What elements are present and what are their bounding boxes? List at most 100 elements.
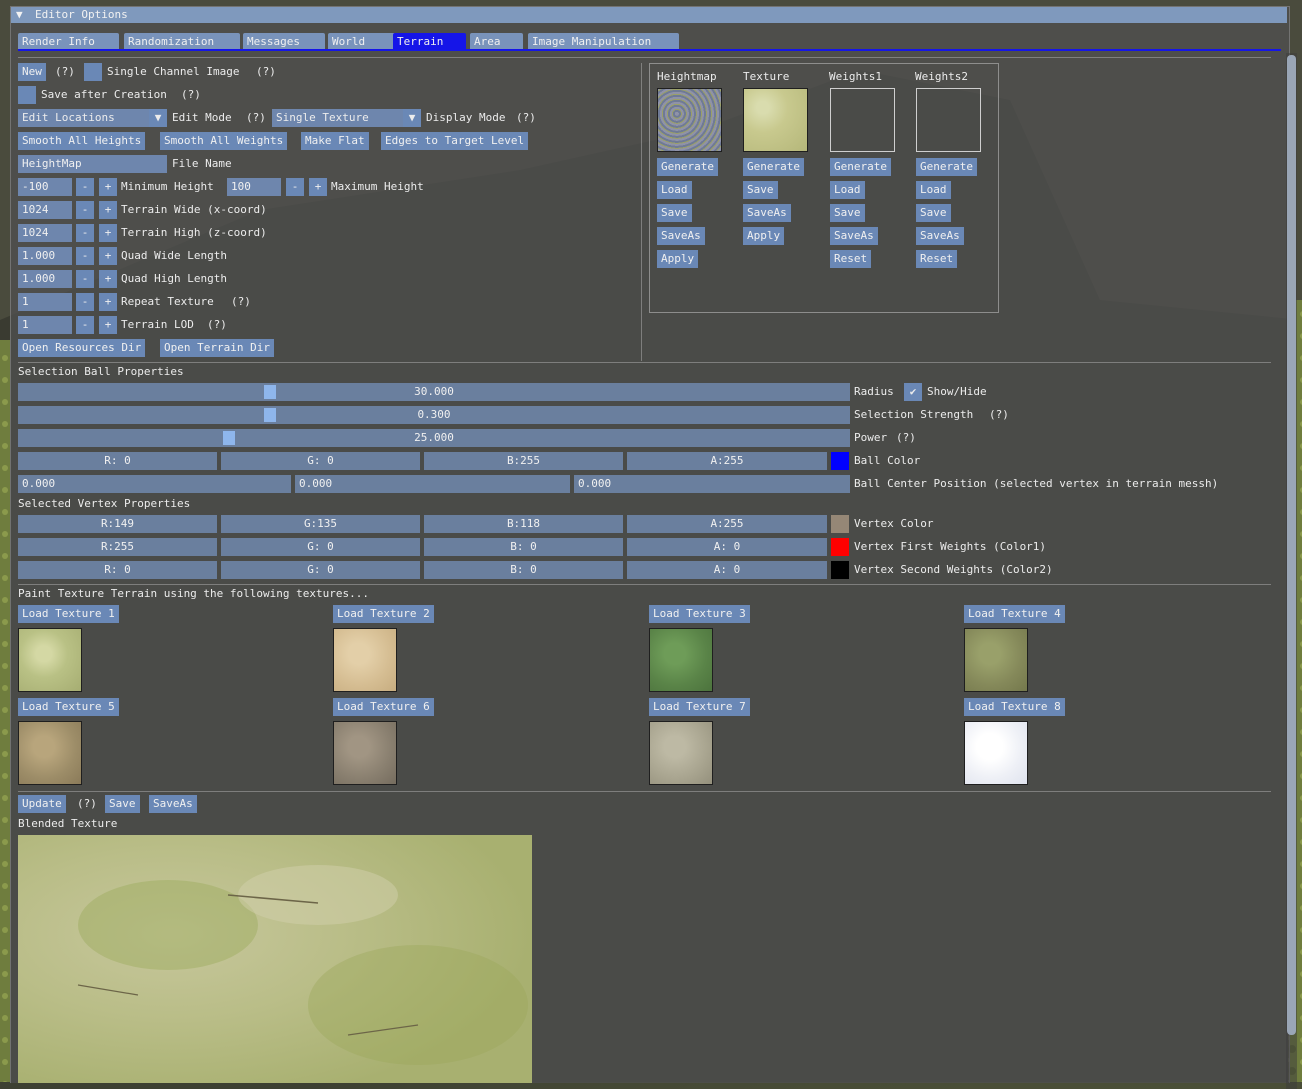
heightmap-apply-button[interactable]: Apply — [657, 250, 699, 268]
weights1-generate-button[interactable]: Generate — [830, 158, 891, 176]
load-texture-3-button[interactable]: Load Texture 3 — [649, 605, 750, 623]
load-texture-8-button[interactable]: Load Texture 8 — [964, 698, 1065, 716]
max-height-decrement-button[interactable]: - — [286, 178, 304, 196]
tab-messages[interactable]: Messages — [243, 33, 325, 50]
smooth-all-weights-button[interactable]: Smooth All Weights — [160, 132, 288, 150]
selection-strength-slider[interactable]: 0.300 — [18, 406, 850, 424]
repeat-texture-input[interactable]: 1 — [18, 293, 72, 311]
terrain-lod-decrement-button[interactable]: - — [76, 316, 94, 334]
quad-wide-increment-button[interactable]: + — [99, 247, 117, 265]
min-height-increment-button[interactable]: + — [99, 178, 117, 196]
open-resources-dir-button[interactable]: Open Resources Dir — [18, 339, 146, 357]
load-texture-2-button[interactable]: Load Texture 2 — [333, 605, 434, 623]
tab-world[interactable]: World — [328, 33, 396, 50]
weights2-save-button[interactable]: Save — [916, 204, 951, 222]
smooth-all-heights-button[interactable]: Smooth All Heights — [18, 132, 146, 150]
quad-high-input[interactable]: 1.000 — [18, 270, 72, 288]
weights1-load-button[interactable]: Load — [830, 181, 865, 199]
open-terrain-dir-button[interactable]: Open Terrain Dir — [160, 339, 274, 357]
radius-slider[interactable]: 30.000 — [18, 383, 850, 401]
min-height-input[interactable]: -100 — [18, 178, 72, 196]
texture-generate-button[interactable]: Generate — [743, 158, 804, 176]
file-name-input[interactable]: HeightMap — [18, 155, 167, 173]
slider-handle[interactable] — [264, 385, 276, 399]
load-texture-4-button[interactable]: Load Texture 4 — [964, 605, 1065, 623]
help-marker[interactable]: (?) — [207, 316, 227, 334]
new-button[interactable]: New — [18, 63, 46, 81]
first-weights-a-input[interactable]: A: 0 — [627, 538, 827, 556]
power-slider[interactable]: 25.000 — [18, 429, 850, 447]
help-marker[interactable]: (?) — [256, 63, 276, 81]
help-marker[interactable]: (?) — [896, 429, 916, 447]
texture-saveas-button[interactable]: SaveAs — [743, 204, 791, 222]
first-weights-g-input[interactable]: G: 0 — [221, 538, 420, 556]
weights2-saveas-button[interactable]: SaveAs — [916, 227, 964, 245]
edit-mode-select[interactable]: Edit Locations ▼ — [18, 109, 167, 127]
save-after-creation-checkbox[interactable] — [18, 86, 36, 104]
edges-to-target-level-button[interactable]: Edges to Target Level — [381, 132, 529, 150]
terrain-wide-increment-button[interactable]: + — [99, 201, 117, 219]
display-mode-select[interactable]: Single Texture ▼ — [272, 109, 421, 127]
show-hide-checkbox[interactable]: ✔ — [904, 383, 922, 401]
weights2-generate-button[interactable]: Generate — [916, 158, 977, 176]
ball-color-a-input[interactable]: A:255 — [627, 452, 827, 470]
terrain-wide-decrement-button[interactable]: - — [76, 201, 94, 219]
vertex-color-b-input[interactable]: B:118 — [424, 515, 623, 533]
first-weights-b-input[interactable]: B: 0 — [424, 538, 623, 556]
first-weights-r-input[interactable]: R:255 — [18, 538, 217, 556]
tab-render-info[interactable]: Render Info — [18, 33, 119, 50]
quad-high-increment-button[interactable]: + — [99, 270, 117, 288]
slider-handle[interactable] — [223, 431, 235, 445]
ball-color-b-input[interactable]: B:255 — [424, 452, 623, 470]
help-marker[interactable]: (?) — [516, 109, 536, 127]
help-marker[interactable]: (?) — [181, 86, 201, 104]
weights2-load-button[interactable]: Load — [916, 181, 951, 199]
terrain-lod-increment-button[interactable]: + — [99, 316, 117, 334]
weights1-saveas-button[interactable]: SaveAs — [830, 227, 878, 245]
collapse-arrow-icon[interactable]: ▼ — [16, 7, 23, 23]
second-weights-swatch[interactable] — [831, 561, 849, 579]
update-button[interactable]: Update — [18, 795, 66, 813]
load-texture-7-button[interactable]: Load Texture 7 — [649, 698, 750, 716]
heightmap-save-button[interactable]: Save — [657, 204, 692, 222]
ball-color-g-input[interactable]: G: 0 — [221, 452, 420, 470]
quad-wide-input[interactable]: 1.000 — [18, 247, 72, 265]
max-height-increment-button[interactable]: + — [309, 178, 327, 196]
help-marker[interactable]: (?) — [246, 109, 266, 127]
heightmap-generate-button[interactable]: Generate — [657, 158, 718, 176]
help-marker[interactable]: (?) — [989, 406, 1009, 424]
terrain-high-increment-button[interactable]: + — [99, 224, 117, 242]
second-weights-r-input[interactable]: R: 0 — [18, 561, 217, 579]
vertex-color-g-input[interactable]: G:135 — [221, 515, 420, 533]
weights2-reset-button[interactable]: Reset — [916, 250, 958, 268]
single-channel-checkbox[interactable] — [84, 63, 102, 81]
ball-color-r-input[interactable]: R: 0 — [18, 452, 217, 470]
terrain-lod-input[interactable]: 1 — [18, 316, 72, 334]
blend-save-button[interactable]: Save — [105, 795, 140, 813]
vertex-color-a-input[interactable]: A:255 — [627, 515, 827, 533]
first-weights-swatch[interactable] — [831, 538, 849, 556]
weights1-save-button[interactable]: Save — [830, 204, 865, 222]
max-height-input[interactable]: 100 — [227, 178, 281, 196]
tab-area[interactable]: Area — [470, 33, 523, 50]
ball-color-swatch[interactable] — [831, 452, 849, 470]
load-texture-5-button[interactable]: Load Texture 5 — [18, 698, 119, 716]
make-flat-button[interactable]: Make Flat — [301, 132, 369, 150]
slider-handle[interactable] — [264, 408, 276, 422]
second-weights-b-input[interactable]: B: 0 — [424, 561, 623, 579]
terrain-high-decrement-button[interactable]: - — [76, 224, 94, 242]
heightmap-saveas-button[interactable]: SaveAs — [657, 227, 705, 245]
second-weights-g-input[interactable]: G: 0 — [221, 561, 420, 579]
repeat-texture-increment-button[interactable]: + — [99, 293, 117, 311]
second-weights-a-input[interactable]: A: 0 — [627, 561, 827, 579]
min-height-decrement-button[interactable]: - — [76, 178, 94, 196]
help-marker[interactable]: (?) — [77, 795, 97, 813]
blend-saveas-button[interactable]: SaveAs — [149, 795, 197, 813]
heightmap-load-button[interactable]: Load — [657, 181, 692, 199]
vertex-color-r-input[interactable]: R:149 — [18, 515, 217, 533]
quad-high-decrement-button[interactable]: - — [76, 270, 94, 288]
tab-image-manipulation[interactable]: Image Manipulation — [528, 33, 679, 50]
weights1-reset-button[interactable]: Reset — [830, 250, 872, 268]
ball-center-x-input[interactable]: 0.000 — [18, 475, 291, 493]
load-texture-1-button[interactable]: Load Texture 1 — [18, 605, 119, 623]
